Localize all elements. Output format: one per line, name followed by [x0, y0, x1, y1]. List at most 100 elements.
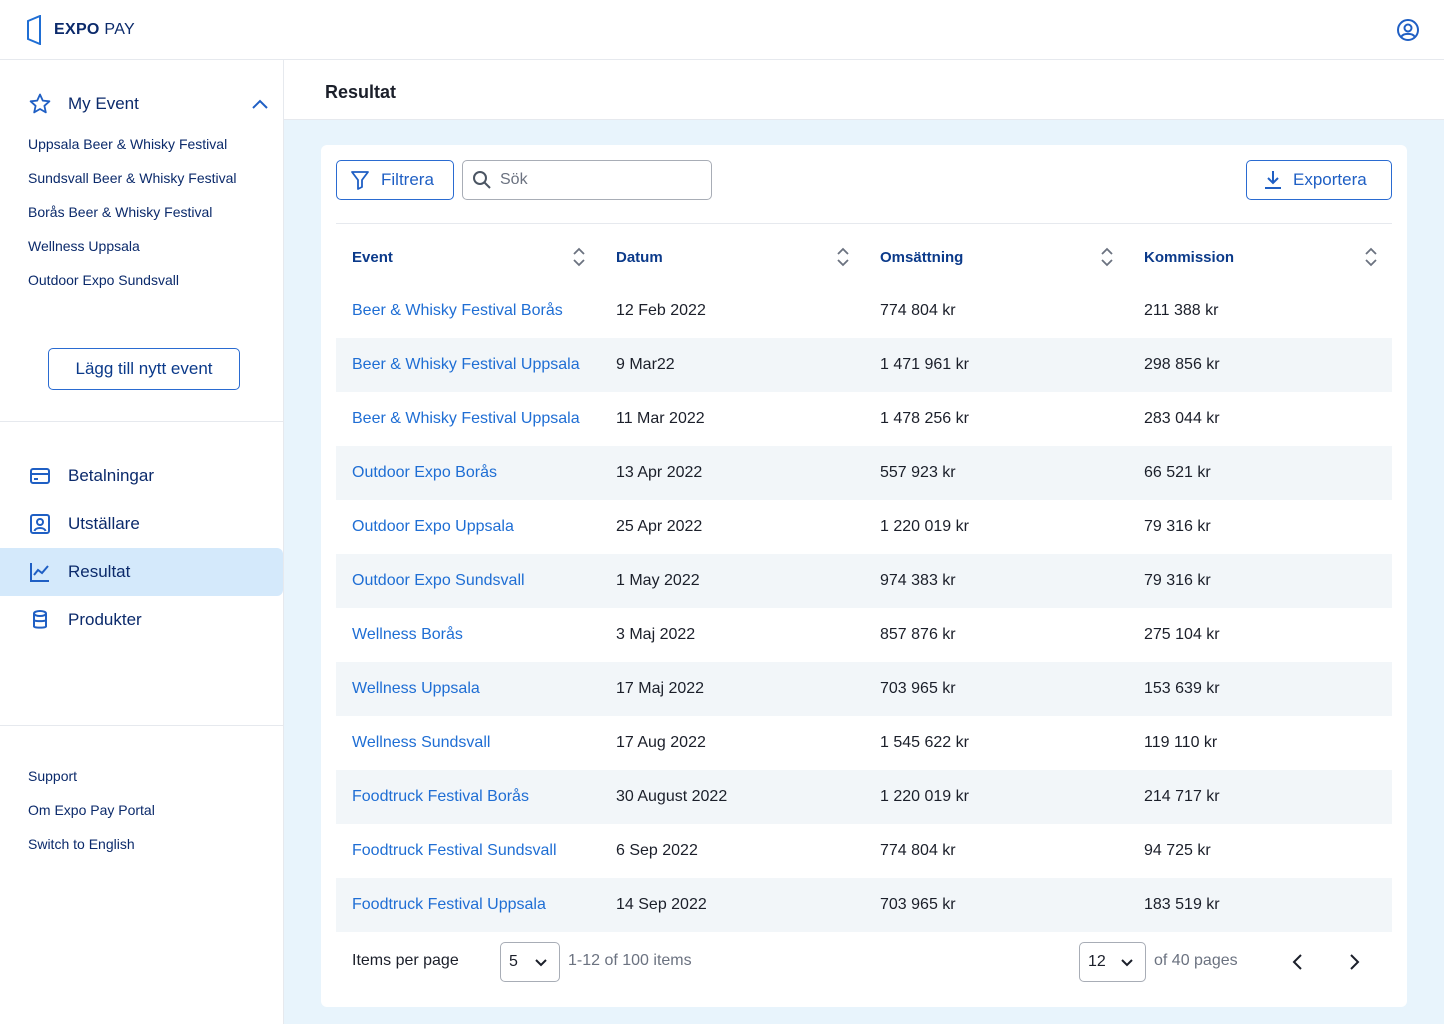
commission-cell: 94 725 kr — [1144, 842, 1211, 859]
search-input[interactable] — [500, 171, 700, 189]
items-per-page-select[interactable]: 5 — [500, 942, 560, 982]
nav-label: Utställare — [68, 514, 140, 533]
table-header: Event Datum Omsättning Kommission — [336, 237, 1392, 277]
event-cell-link[interactable]: Beer & Whisky Festival Uppsala — [352, 392, 580, 446]
footer-links: Support Om Expo Pay Portal Switch to Eng… — [28, 766, 155, 868]
commission-cell: 214 717 kr — [1144, 788, 1220, 805]
event-cell-link[interactable]: Foodtruck Festival Uppsala — [352, 878, 546, 932]
my-event-toggle[interactable]: My Event — [28, 90, 272, 118]
commission-cell: 183 519 kr — [1144, 896, 1220, 913]
date-cell: 9 Mar22 — [616, 356, 675, 373]
event-cell-link[interactable]: Beer & Whisky Festival Borås — [352, 284, 563, 338]
next-page-icon[interactable] — [1342, 950, 1366, 974]
revenue-cell: 1 545 622 kr — [880, 734, 969, 751]
nav-label: Resultat — [68, 562, 131, 581]
nav-item-utstallare[interactable]: Utställare — [0, 500, 283, 548]
filter-button[interactable]: Filtrera — [336, 160, 454, 200]
table-row: Outdoor Expo Uppsala 25 Apr 2022 1 220 0… — [336, 500, 1392, 554]
main-nav: Betalningar Utställare Resultat Produkte… — [0, 452, 283, 644]
revenue-cell: 703 965 kr — [880, 896, 956, 913]
revenue-cell: 774 804 kr — [880, 302, 956, 319]
event-link[interactable]: Sundsvall Beer & Whisky Festival — [28, 168, 237, 202]
column-header-datum[interactable]: Datum — [616, 237, 663, 277]
event-cell-link[interactable]: Outdoor Expo Borås — [352, 446, 497, 500]
date-cell: 17 Aug 2022 — [616, 734, 706, 751]
user-account-icon[interactable] — [1396, 18, 1420, 42]
export-label: Exportera — [1293, 170, 1367, 189]
commission-cell: 79 316 kr — [1144, 518, 1211, 535]
sidebar: My Event Uppsala Beer & Whisky Festival … — [0, 60, 284, 1024]
database-icon — [33, 610, 47, 629]
nav-label: Betalningar — [68, 466, 155, 485]
page-select[interactable]: 12 — [1079, 942, 1146, 982]
support-link[interactable]: Support — [28, 766, 155, 800]
toolbar-divider — [336, 223, 1392, 224]
about-link[interactable]: Om Expo Pay Portal — [28, 800, 155, 834]
event-cell-link[interactable]: Outdoor Expo Uppsala — [352, 500, 514, 554]
previous-page-icon[interactable] — [1286, 950, 1310, 974]
sort-icon[interactable] — [836, 245, 850, 269]
sort-icon[interactable] — [572, 245, 586, 269]
table-row: Beer & Whisky Festival Uppsala 9 Mar22 1… — [336, 338, 1392, 392]
event-link[interactable]: Wellness Uppsala — [28, 236, 237, 270]
revenue-cell: 1 471 961 kr — [880, 356, 969, 373]
nav-label: Produkter — [68, 610, 142, 629]
star-icon — [29, 93, 51, 114]
add-event-button[interactable]: Lägg till nytt event — [48, 348, 240, 390]
sidebar-divider — [0, 725, 283, 726]
date-cell: 13 Apr 2022 — [616, 464, 703, 481]
nav-item-produkter[interactable]: Produkter — [0, 596, 283, 644]
commission-cell: 275 104 kr — [1144, 626, 1220, 643]
table-row: Outdoor Expo Borås 13 Apr 2022 557 923 k… — [336, 446, 1392, 500]
date-cell: 25 Apr 2022 — [616, 518, 703, 535]
event-cell-link[interactable]: Wellness Sundsvall — [352, 716, 490, 770]
event-list: Uppsala Beer & Whisky Festival Sundsvall… — [28, 134, 237, 304]
search-box[interactable] — [462, 160, 712, 200]
column-header-omsattning[interactable]: Omsättning — [880, 237, 963, 277]
event-link[interactable]: Uppsala Beer & Whisky Festival — [28, 134, 237, 168]
event-cell-link[interactable]: Foodtruck Festival Sundsvall — [352, 824, 557, 878]
event-link[interactable]: Outdoor Expo Sundsvall — [28, 270, 237, 304]
table-row: Wellness Uppsala 17 Maj 2022 703 965 kr … — [336, 662, 1392, 716]
event-cell-link[interactable]: Wellness Borås — [352, 608, 463, 662]
sort-icon[interactable] — [1364, 245, 1378, 269]
chevron-up-icon[interactable] — [250, 94, 270, 114]
event-cell-link[interactable]: Beer & Whisky Festival Uppsala — [352, 338, 580, 392]
my-event-label: My Event — [68, 94, 139, 113]
commission-cell: 66 521 kr — [1144, 464, 1211, 481]
sidebar-divider — [0, 421, 283, 422]
table-body: Beer & Whisky Festival Borås 12 Feb 2022… — [336, 284, 1392, 932]
event-cell-link[interactable]: Wellness Uppsala — [352, 662, 480, 716]
column-header-kommission[interactable]: Kommission — [1144, 237, 1234, 277]
logo[interactable]: EXPO PAY — [26, 15, 135, 45]
commission-cell: 153 639 kr — [1144, 680, 1220, 697]
chart-line-icon — [30, 563, 49, 582]
revenue-cell: 774 804 kr — [880, 842, 956, 859]
table-row: Foodtruck Festival Borås 30 August 2022 … — [336, 770, 1392, 824]
results-card: Filtrera Exportera Event Datum Omsättnin… — [321, 145, 1407, 1007]
table-row: Foodtruck Festival Sundsvall 6 Sep 2022 … — [336, 824, 1392, 878]
language-switch-link[interactable]: Switch to English — [28, 834, 155, 868]
revenue-cell: 1 220 019 kr — [880, 518, 969, 535]
export-button[interactable]: Exportera — [1246, 160, 1392, 200]
commission-cell: 283 044 kr — [1144, 410, 1220, 427]
event-cell-link[interactable]: Foodtruck Festival Borås — [352, 770, 529, 824]
revenue-cell: 857 876 kr — [880, 626, 956, 643]
logo-icon — [27, 15, 41, 45]
page-title: Resultat — [325, 82, 397, 102]
page-header: Resultat — [284, 60, 1444, 120]
items-per-page-value: 5 — [509, 953, 518, 970]
column-header-event[interactable]: Event — [352, 237, 393, 277]
nav-item-betalningar[interactable]: Betalningar — [0, 452, 283, 500]
credit-card-icon — [30, 468, 50, 484]
event-cell-link[interactable]: Outdoor Expo Sundsvall — [352, 554, 525, 608]
pages-total-text: of 40 pages — [1154, 952, 1238, 969]
exhibitor-icon — [30, 514, 50, 534]
sort-icon[interactable] — [1100, 245, 1114, 269]
page-value: 12 — [1088, 953, 1106, 970]
event-link[interactable]: Borås Beer & Whisky Festival — [28, 202, 237, 236]
commission-cell: 79 316 kr — [1144, 572, 1211, 589]
table-row: Beer & Whisky Festival Uppsala 11 Mar 20… — [336, 392, 1392, 446]
nav-item-resultat[interactable]: Resultat — [0, 548, 283, 596]
download-icon — [1265, 171, 1281, 189]
